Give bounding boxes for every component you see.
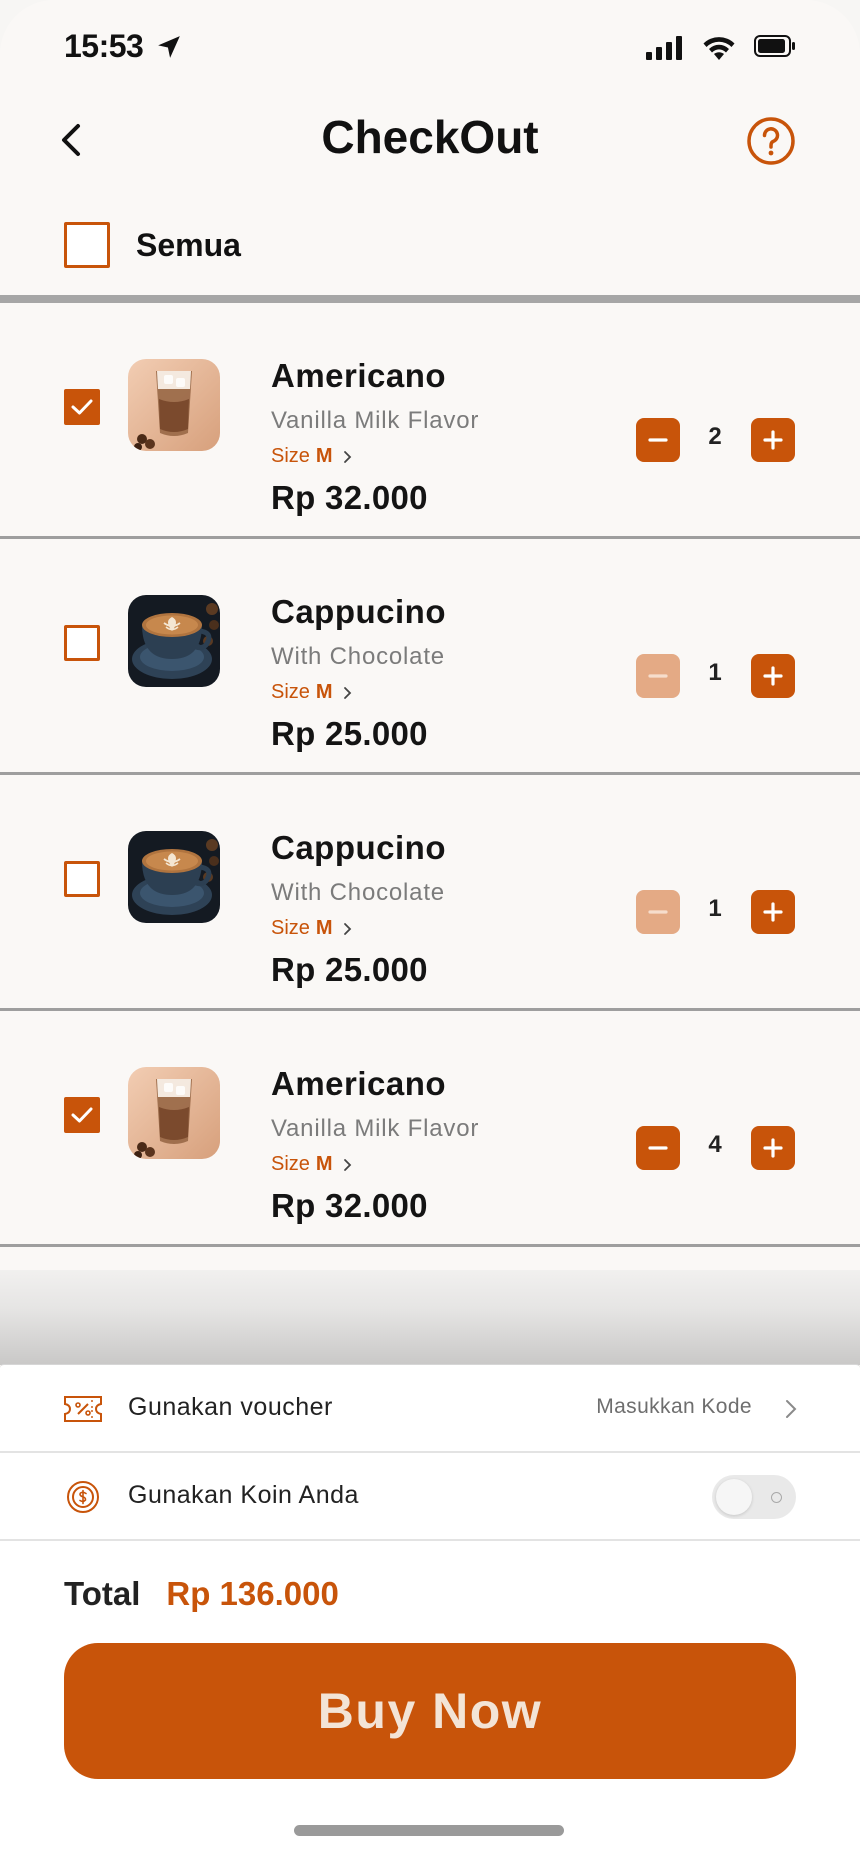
item-flavor: With Chocolate — [271, 643, 445, 670]
total-label: Total — [64, 1575, 141, 1612]
item-flavor: With Chocolate — [271, 879, 445, 906]
item-name: Cappucino — [271, 593, 446, 630]
size-value: M — [315, 917, 333, 939]
cart-item: Americano Vanilla Milk Flavor Size M Rp … — [0, 303, 860, 539]
plus-icon — [763, 902, 783, 922]
coin-icon — [67, 1481, 99, 1513]
coin-row: Gunakan Koin Anda — [0, 1453, 860, 1541]
buy-now-button[interactable]: Buy Now — [64, 1643, 796, 1779]
minus-icon — [648, 1146, 668, 1150]
checkmark-icon — [71, 1107, 93, 1123]
item-name: Cappucino — [271, 829, 446, 866]
page-title: CheckOut — [321, 111, 539, 163]
decrease-quantity-button[interactable] — [636, 890, 680, 934]
size-label: Size — [271, 917, 310, 939]
chevron-right-icon — [343, 686, 351, 699]
item-flavor: Vanilla Milk Flavor — [271, 407, 480, 434]
home-indicator — [294, 1825, 564, 1836]
cart-item: Cappucino With Chocolate Size M Rp 25.00… — [0, 775, 860, 1011]
plus-icon — [763, 666, 783, 686]
quantity-value: 2 — [708, 423, 722, 450]
cappuccino-cup-image — [128, 595, 220, 687]
size-value: M — [315, 445, 333, 467]
voucher-row[interactable]: Gunakan voucher Masukkan Kode — [0, 1365, 860, 1453]
increase-quantity-button[interactable] — [751, 890, 795, 934]
size-value: M — [315, 681, 333, 703]
minus-icon — [648, 438, 668, 442]
chevron-right-icon — [343, 1158, 351, 1171]
cart-item: Cappucino With Chocolate Size M Rp 25.00… — [0, 539, 860, 775]
iced-americano-image — [128, 1067, 220, 1159]
cappuccino-cup-image — [128, 831, 220, 923]
item-checkbox[interactable] — [64, 389, 100, 425]
decrease-quantity-button[interactable] — [636, 1126, 680, 1170]
item-price: Rp 25.000 — [271, 715, 428, 752]
minus-icon — [648, 910, 668, 914]
help-icon[interactable] — [746, 116, 796, 166]
increase-quantity-button[interactable] — [751, 1126, 795, 1170]
status-time: 15:53 — [64, 28, 144, 64]
item-checkbox[interactable] — [64, 625, 100, 661]
battery-icon — [754, 35, 795, 57]
divider — [0, 295, 860, 303]
coin-label: Gunakan Koin Anda — [128, 1481, 359, 1509]
total-summary: Total Rp 136.000 — [64, 1575, 339, 1613]
chevron-right-icon — [786, 1400, 797, 1418]
checkout-screen: 15:53 CheckOut Semua Americano Vanilla M… — [0, 0, 860, 1864]
item-name: Americano — [271, 357, 447, 394]
item-name: Americano — [271, 1065, 447, 1102]
cellular-signal-icon — [646, 36, 682, 60]
coin-toggle[interactable] — [712, 1475, 796, 1519]
quantity-value: 1 — [708, 895, 722, 922]
total-value: Rp 136.000 — [166, 1575, 339, 1612]
checkout-summary-sheet: Gunakan voucher Masukkan Kode Gunakan Ko… — [0, 1364, 860, 1864]
toggle-off-indicator — [771, 1492, 782, 1503]
item-price: Rp 25.000 — [271, 951, 428, 988]
size-selector[interactable]: Size M — [271, 445, 353, 468]
select-all[interactable]: Semua — [64, 220, 241, 270]
item-flavor: Vanilla Milk Flavor — [271, 1115, 480, 1142]
chevron-right-icon — [343, 450, 351, 463]
wifi-icon — [703, 37, 735, 60]
size-value: M — [315, 1153, 333, 1175]
decrease-quantity-button[interactable] — [636, 418, 680, 462]
minus-icon — [648, 674, 668, 678]
size-selector[interactable]: Size M — [271, 1153, 353, 1176]
iced-americano-image — [128, 359, 220, 451]
cart-item-list: Americano Vanilla Milk Flavor Size M Rp … — [0, 303, 860, 1247]
chevron-right-icon — [343, 922, 351, 935]
size-label: Size — [271, 1153, 310, 1175]
size-selector[interactable]: Size M — [271, 917, 353, 940]
toggle-knob — [716, 1479, 752, 1515]
quantity-value: 4 — [708, 1131, 722, 1158]
increase-quantity-button[interactable] — [751, 418, 795, 462]
quantity-value: 1 — [708, 659, 722, 686]
cart-item: Americano Vanilla Milk Flavor Size M Rp … — [0, 1011, 860, 1247]
plus-icon — [763, 430, 783, 450]
location-arrow-icon — [158, 36, 180, 58]
decrease-quantity-button[interactable] — [636, 654, 680, 698]
item-checkbox[interactable] — [64, 861, 100, 897]
item-checkbox[interactable] — [64, 1097, 100, 1133]
voucher-ticket-icon — [64, 1396, 102, 1422]
item-price: Rp 32.000 — [271, 1187, 428, 1224]
size-label: Size — [271, 681, 310, 703]
voucher-code-hint[interactable]: Masukkan Kode — [596, 1395, 752, 1419]
size-selector[interactable]: Size M — [271, 681, 353, 704]
plus-icon — [763, 1138, 783, 1158]
sheet-shadow — [0, 1270, 860, 1365]
increase-quantity-button[interactable] — [751, 654, 795, 698]
select-all-checkbox[interactable] — [64, 222, 110, 268]
status-bar: 15:53 — [0, 0, 860, 100]
voucher-label: Gunakan voucher — [128, 1393, 333, 1421]
item-price: Rp 32.000 — [271, 479, 428, 516]
size-label: Size — [271, 445, 310, 467]
checkmark-icon — [71, 399, 93, 415]
select-all-label: Semua — [136, 226, 241, 263]
